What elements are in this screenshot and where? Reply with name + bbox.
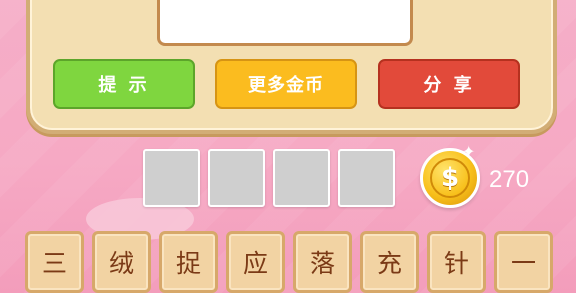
letter-tile[interactable]: 充 — [360, 231, 419, 293]
coin-symbol: $ — [430, 158, 470, 198]
letter-tile[interactable]: 绒 — [92, 231, 151, 293]
letter-tile[interactable]: 落 — [293, 231, 352, 293]
answer-slot[interactable] — [143, 149, 200, 207]
letter-tile[interactable]: 捉 — [159, 231, 218, 293]
puzzle-image-frame — [157, 0, 413, 46]
letter-tile[interactable]: 一 — [494, 231, 553, 293]
answer-slot[interactable] — [208, 149, 265, 207]
answer-slot[interactable] — [273, 149, 330, 207]
answer-slots — [143, 149, 395, 207]
share-button[interactable]: 分 享 — [378, 59, 520, 109]
letter-choices: 三 绒 捉 应 落 充 针 一 — [25, 231, 553, 293]
more-coins-button[interactable]: 更多金币 — [215, 59, 357, 109]
coin-count: 270 — [489, 166, 530, 193]
letter-tile[interactable]: 三 — [25, 231, 84, 293]
letter-tile[interactable]: 应 — [226, 231, 285, 293]
answer-slot[interactable] — [338, 149, 395, 207]
sparkle-icon: ✦ — [462, 142, 476, 161]
letter-tile[interactable]: 针 — [427, 231, 486, 293]
hint-button[interactable]: 提 示 — [53, 59, 195, 109]
